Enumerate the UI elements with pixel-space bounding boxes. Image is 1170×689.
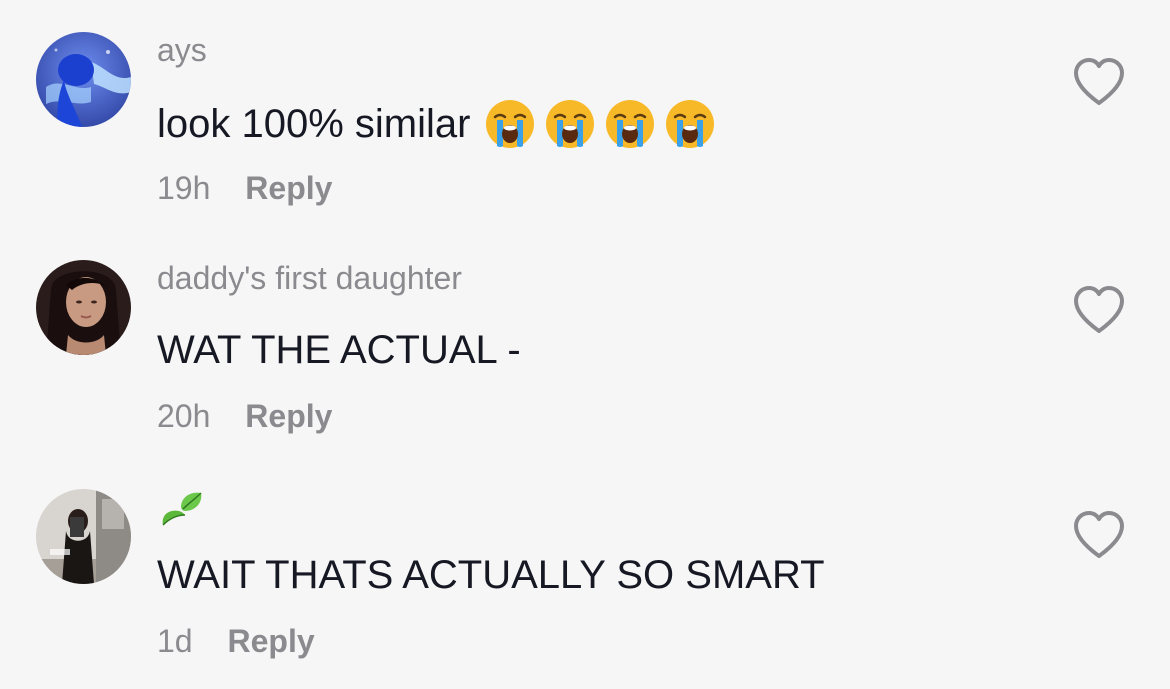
comment-text-content: look 100% similar xyxy=(157,102,471,146)
avatar-image xyxy=(36,489,131,584)
comment-item: WAIT THATS ACTUALLY SO SMART 1d Reply xyxy=(0,489,1170,689)
leaf-icon xyxy=(162,492,202,526)
comment-list: ays look 100% similar 19h Reply daddy's … xyxy=(0,0,1170,671)
like-button[interactable] xyxy=(1071,56,1127,108)
comment-meta: 20h Reply xyxy=(157,396,332,436)
loudly-crying-face-icon xyxy=(486,100,535,148)
username-leaf[interactable] xyxy=(157,489,205,529)
comment-text: WAIT THATS ACTUALLY SO SMART xyxy=(157,551,825,599)
comment-username[interactable]: daddy's first daughter xyxy=(157,258,462,298)
reply-button[interactable]: Reply xyxy=(227,623,314,659)
avatar[interactable] xyxy=(36,260,131,355)
comment-meta: 1d Reply xyxy=(157,621,315,661)
like-button[interactable] xyxy=(1071,284,1127,336)
heart-icon xyxy=(1074,58,1124,105)
loudly-crying-face-icon xyxy=(606,100,655,148)
like-button[interactable] xyxy=(1071,509,1127,561)
comment-text-content: WAT THE ACTUAL - xyxy=(157,328,521,372)
loudly-crying-face-icon xyxy=(666,100,715,148)
avatar-image xyxy=(36,260,131,355)
comment-username[interactable]: ays xyxy=(157,30,207,70)
emoji-row xyxy=(484,98,716,150)
avatar-image xyxy=(36,32,131,127)
reply-button[interactable]: Reply xyxy=(245,170,332,206)
comment-text: look 100% similar xyxy=(157,98,716,150)
avatar[interactable] xyxy=(36,32,131,127)
comment-timestamp: 1d xyxy=(157,623,193,659)
comment-item: daddy's first daughter WAT THE ACTUAL - … xyxy=(0,260,1170,460)
loudly-crying-face-icon xyxy=(546,100,595,148)
heart-icon xyxy=(1074,286,1124,333)
comment-meta: 19h Reply xyxy=(157,168,332,208)
reply-button[interactable]: Reply xyxy=(245,398,332,434)
avatar[interactable] xyxy=(36,489,131,584)
comment-text: WAT THE ACTUAL - xyxy=(157,326,521,374)
heart-icon xyxy=(1074,511,1124,558)
comment-timestamp: 19h xyxy=(157,170,211,206)
comment-timestamp: 20h xyxy=(157,398,211,434)
comment-item: ays look 100% similar 19h Reply xyxy=(0,32,1170,232)
comment-text-content: WAIT THATS ACTUALLY SO SMART xyxy=(157,553,825,597)
